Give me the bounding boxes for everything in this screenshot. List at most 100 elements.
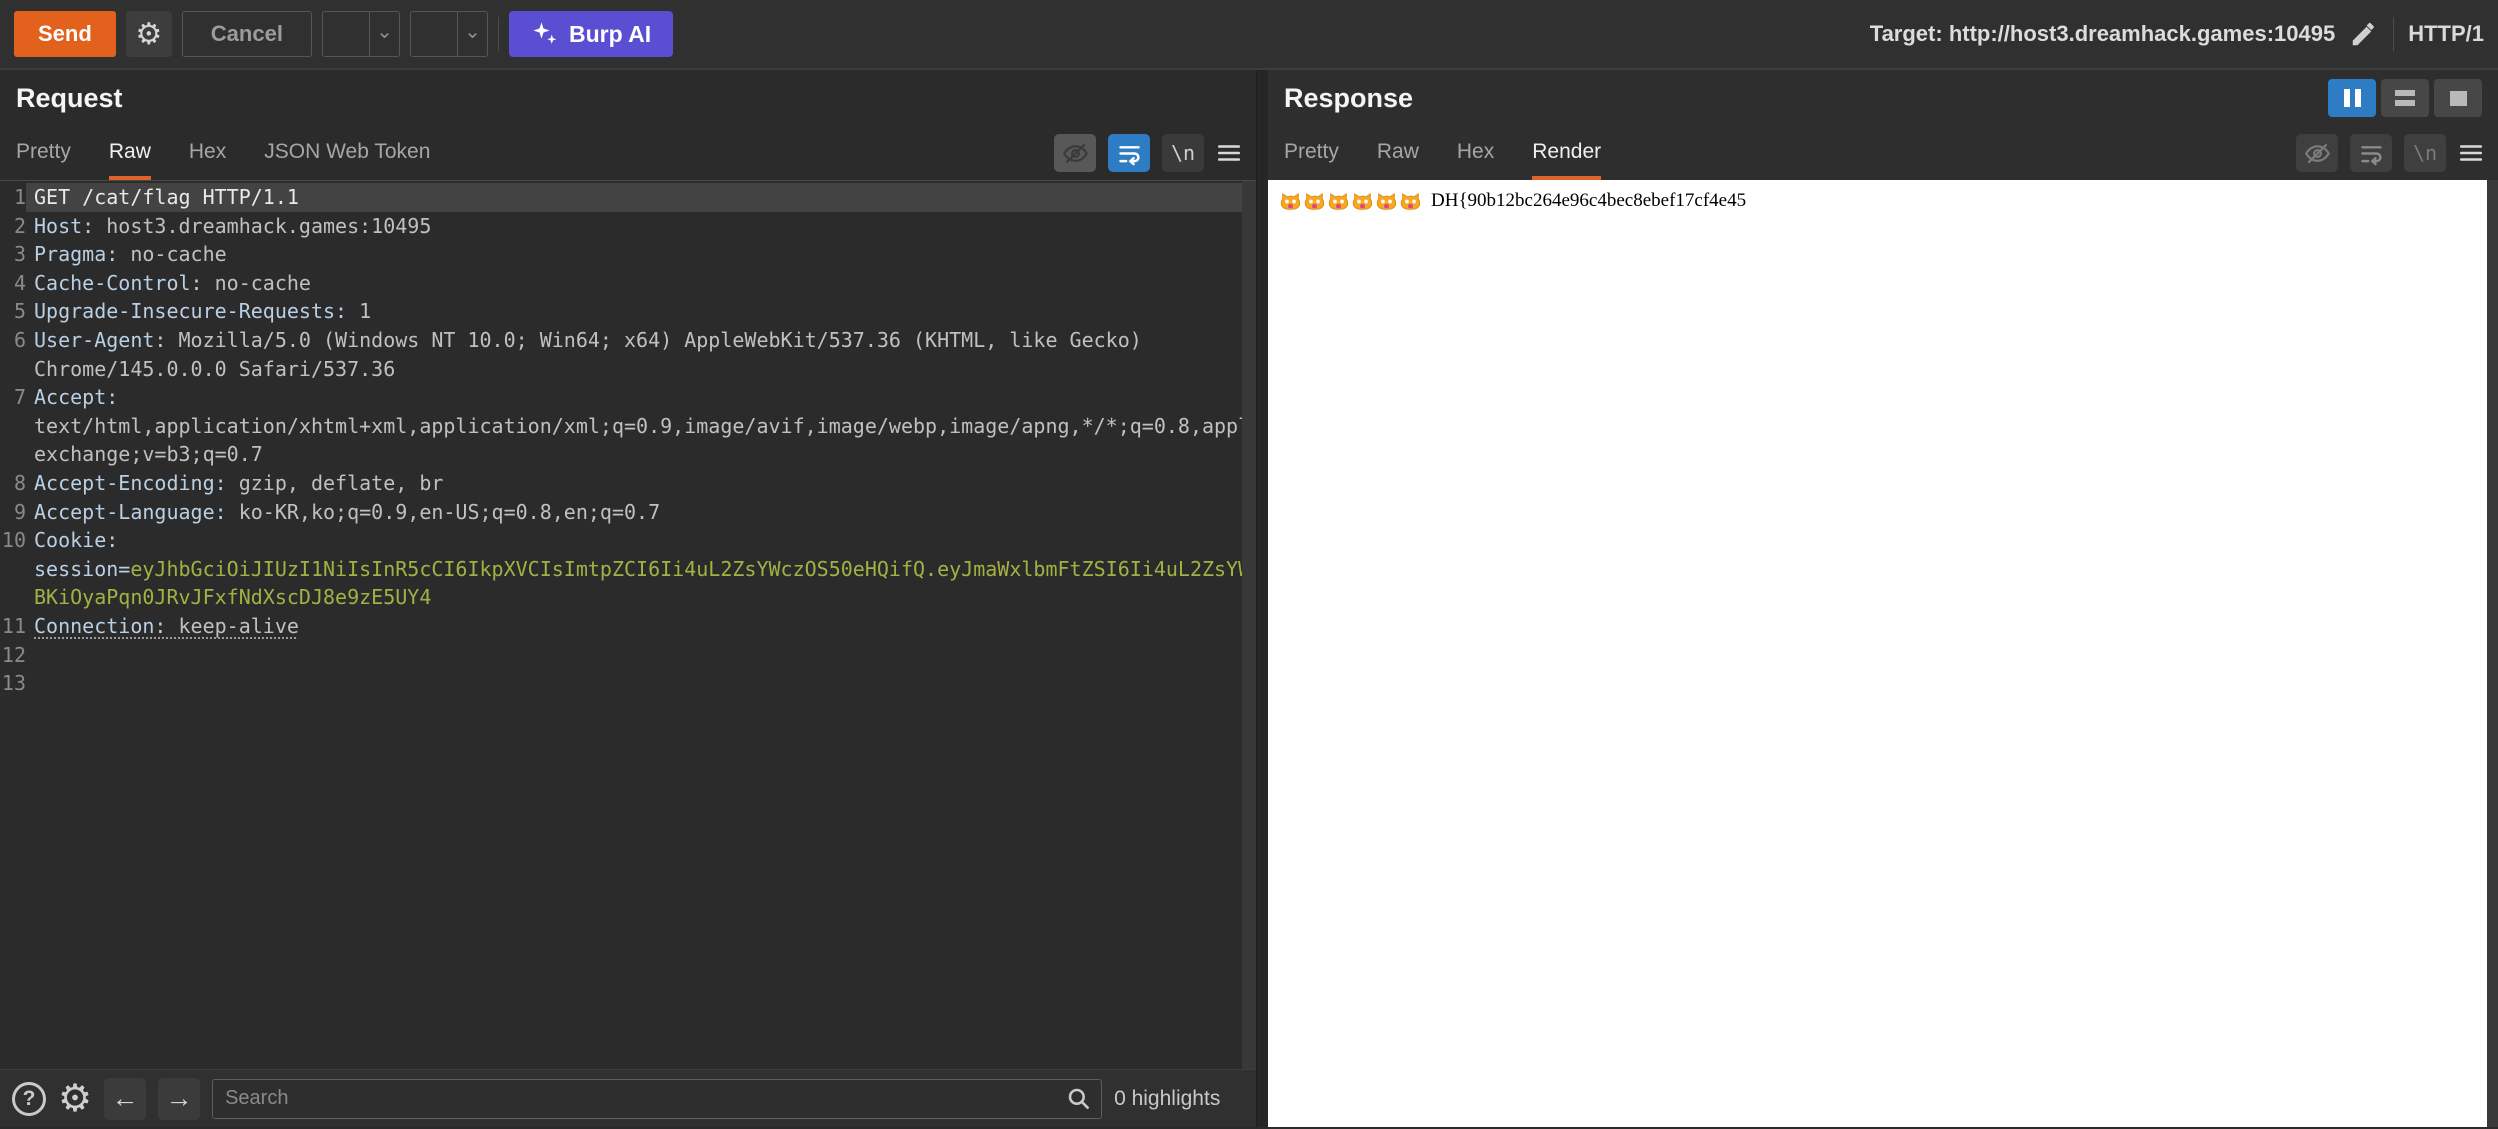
request-search-bar: ? ⚙ ← → 0 highlights	[0, 1069, 1256, 1127]
tab-response-hex[interactable]: Hex	[1457, 126, 1494, 180]
request-line-2: 2Host: host3.dreamhack.games:10495	[0, 212, 1256, 241]
layout-single-square-icon[interactable]	[2434, 79, 2482, 117]
burp-ai-button[interactable]: Burp AI	[509, 11, 673, 57]
request-line-text[interactable]: Pragma: no-cache	[26, 240, 1242, 269]
word-wrap-icon[interactable]	[1108, 134, 1150, 172]
burp-ai-label: Burp AI	[569, 21, 651, 48]
request-line-5: 5Upgrade-Insecure-Requests: 1	[0, 297, 1256, 326]
request-line-11: 11Connection: keep-alive	[0, 612, 1256, 641]
tab-response-render[interactable]: Render	[1532, 126, 1601, 180]
back-dropdown-chevron-icon[interactable]: ⌄	[369, 12, 399, 56]
cat-emoji	[1280, 191, 1301, 212]
request-line-10: 10Cookie: session=eyJhbGciOiJIUzI1NiIsIn…	[0, 526, 1256, 612]
line-number: 4	[0, 269, 26, 298]
panel-divider[interactable]	[1256, 70, 1268, 1127]
cancel-button[interactable]: Cancel	[182, 11, 312, 57]
editor-menu-hamburger-icon[interactable]	[2458, 140, 2484, 166]
tab-request-json-web-token[interactable]: JSON Web Token	[264, 126, 430, 180]
request-line-9: 9Accept-Language: ko-KR,ko;q=0.9,en-US;q…	[0, 498, 1256, 527]
request-line-4: 4Cache-Control: no-cache	[0, 269, 1256, 298]
show-nonprintable-eye-off-icon[interactable]	[2296, 134, 2338, 172]
request-line-text[interactable]: User-Agent: Mozilla/5.0 (Windows NT 10.0…	[26, 326, 1242, 383]
response-tabbar: Pretty Raw Hex Render \n	[1268, 126, 2498, 180]
layout-columns-pause-icon[interactable]	[2328, 79, 2376, 117]
edit-target-pencil-icon[interactable]	[2349, 19, 2379, 49]
word-wrap-icon[interactable]	[2350, 134, 2392, 172]
newline-toggle-icon[interactable]: \n	[2404, 134, 2446, 172]
target-label: Target:	[1870, 21, 1943, 46]
request-line-8: 8Accept-Encoding: gzip, deflate, br	[0, 469, 1256, 498]
history-forward-splitbutton: › ⌄	[410, 11, 488, 57]
cat-emoji	[1304, 191, 1325, 212]
editor-menu-hamburger-icon[interactable]	[1216, 140, 1242, 166]
cat-emoji-row	[1280, 191, 1424, 212]
target-cluster: Target: http://host3.dreamhack.games:104…	[1870, 17, 2484, 51]
tab-request-pretty[interactable]: Pretty	[16, 126, 71, 180]
request-editor[interactable]: 1GET /cat/flag HTTP/1.12Host: host3.drea…	[0, 180, 1256, 1069]
line-number: 12	[0, 641, 26, 670]
line-number: 7	[0, 383, 26, 469]
response-scrollbar[interactable]	[2487, 180, 2498, 1127]
request-editor-icons: \n	[1054, 126, 1256, 180]
tab-response-raw[interactable]: Raw	[1377, 126, 1419, 180]
newline-toggle-icon[interactable]: \n	[1162, 134, 1204, 172]
request-line-3: 3Pragma: no-cache	[0, 240, 1256, 269]
response-editor-icons: \n	[2296, 126, 2498, 180]
sparkles-icon	[531, 20, 559, 48]
toolbar-separator	[2393, 17, 2394, 51]
toolbar-separator	[498, 17, 499, 51]
line-number: 10	[0, 526, 26, 612]
request-line-text[interactable]: Accept-Language: ko-KR,ko;q=0.9,en-US;q=…	[26, 498, 1242, 527]
request-line-text[interactable]: Accept-Encoding: gzip, deflate, br	[26, 469, 1242, 498]
request-line-text[interactable]	[26, 669, 1242, 698]
forward-dropdown-chevron-icon[interactable]: ⌄	[457, 12, 487, 56]
request-tabbar: Pretty Raw Hex JSON Web Token \n	[0, 126, 1256, 180]
tab-request-raw[interactable]: Raw	[109, 126, 151, 180]
show-nonprintable-eye-off-icon[interactable]	[1054, 134, 1096, 172]
next-match-arrow-icon[interactable]: →	[158, 1078, 200, 1120]
target-url: http://host3.dreamhack.games:10495	[1949, 21, 2335, 46]
response-render-pane[interactable]: DH{90b12bc264e96c4bec8ebef17cf4e45	[1268, 180, 2498, 1127]
target-text: Target: http://host3.dreamhack.games:104…	[1870, 21, 2335, 47]
repeater-toolbar: Send ⚙ Cancel ‹ ⌄ › ⌄ Burp AI Target: ht…	[0, 0, 2498, 70]
request-line-text[interactable]: Accept: text/html,application/xhtml+xml,…	[26, 383, 1256, 469]
request-editor-scrollbar[interactable]	[1242, 181, 1256, 1069]
request-line-text[interactable]	[26, 641, 1242, 670]
previous-match-arrow-icon[interactable]: ←	[104, 1078, 146, 1120]
search-input[interactable]	[212, 1079, 1102, 1119]
request-line-1: 1GET /cat/flag HTTP/1.1	[0, 183, 1256, 212]
help-icon[interactable]: ?	[12, 1082, 46, 1116]
rendered-flag-line: DH{90b12bc264e96c4bec8ebef17cf4e45	[1268, 180, 2498, 212]
search-magnifier-icon[interactable]	[1066, 1086, 1092, 1117]
request-line-text[interactable]: Cookie: session=eyJhbGciOiJIUzI1NiIsInR5…	[26, 526, 1256, 612]
request-line-text[interactable]: Cache-Control: no-cache	[26, 269, 1242, 298]
cat-emoji	[1352, 191, 1373, 212]
http-version-selector[interactable]: HTTP/1	[2408, 21, 2484, 47]
line-number: 2	[0, 212, 26, 241]
request-line-13: 13	[0, 669, 1256, 698]
request-panel-title: Request	[16, 83, 123, 114]
request-line-text[interactable]: GET /cat/flag HTTP/1.1	[26, 183, 1242, 212]
request-line-12: 12	[0, 641, 1256, 670]
tab-request-hex[interactable]: Hex	[189, 126, 226, 180]
request-line-text[interactable]: Connection: keep-alive	[26, 612, 1242, 641]
line-number: 13	[0, 669, 26, 698]
line-number: 11	[0, 612, 26, 641]
response-panel: Response Pretty Raw Hex Render	[1268, 70, 2498, 1127]
request-line-text[interactable]: Host: host3.dreamhack.games:10495	[26, 212, 1242, 241]
tab-response-pretty[interactable]: Pretty	[1284, 126, 1339, 180]
request-line-text[interactable]: Upgrade-Insecure-Requests: 1	[26, 297, 1242, 326]
response-panel-title: Response	[1284, 83, 1413, 114]
send-button[interactable]: Send	[14, 11, 116, 57]
line-number: 5	[0, 297, 26, 326]
history-back-splitbutton: ‹ ⌄	[322, 11, 400, 57]
search-settings-gear-icon[interactable]: ⚙	[58, 1080, 92, 1118]
layout-toggle-group	[2328, 79, 2482, 117]
repeater-split-view: Request Pretty Raw Hex JSON Web Token	[0, 70, 2498, 1127]
flag-text: DH{90b12bc264e96c4bec8ebef17cf4e45	[1431, 190, 1746, 212]
cat-emoji	[1376, 191, 1397, 212]
line-number: 6	[0, 326, 26, 383]
layout-rows-icon[interactable]	[2381, 79, 2429, 117]
cat-emoji	[1328, 191, 1349, 212]
send-settings-gear-icon[interactable]: ⚙	[126, 11, 172, 57]
